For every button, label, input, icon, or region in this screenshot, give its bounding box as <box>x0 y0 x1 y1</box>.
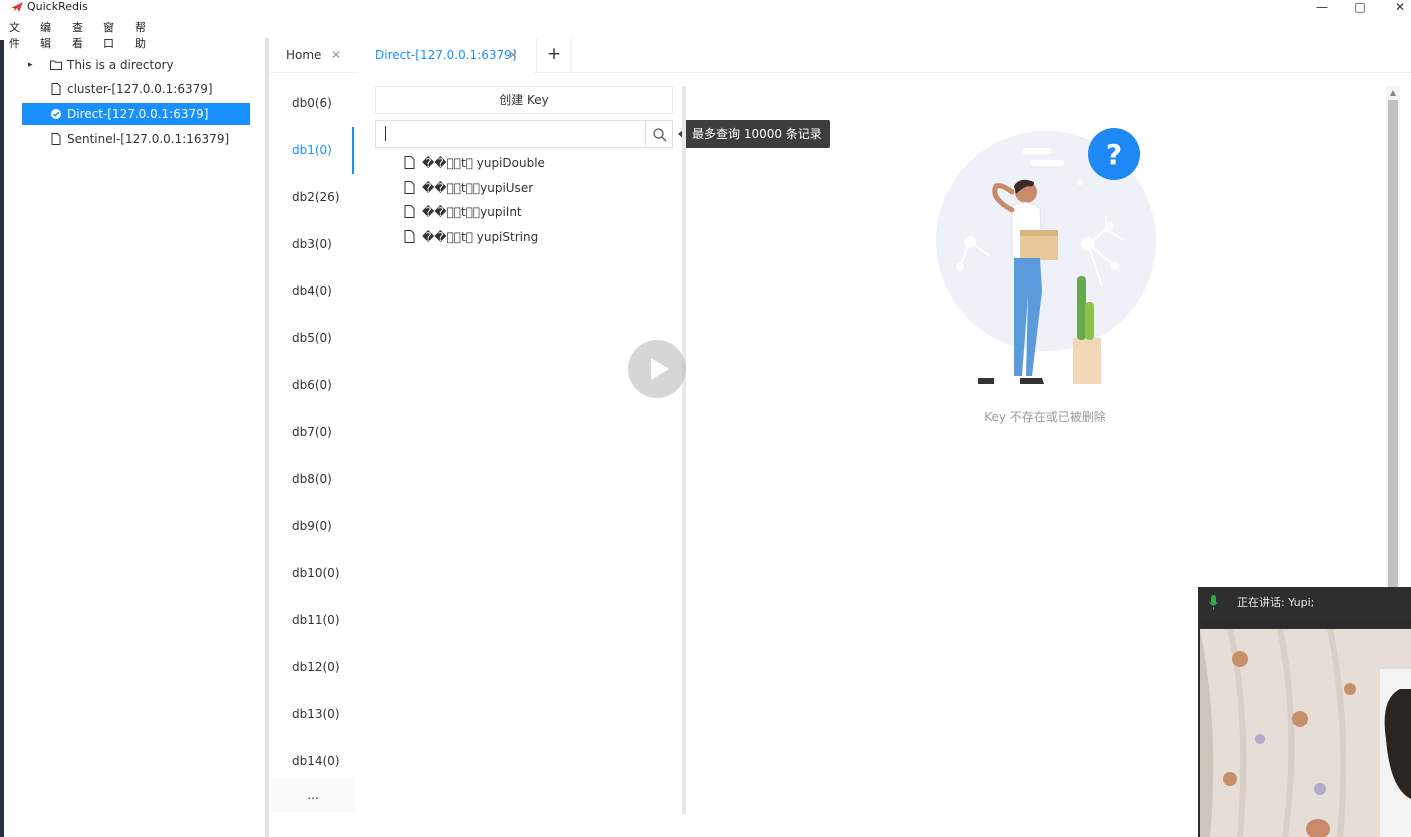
key-name: �� t  yupiString <box>422 230 539 244</box>
tree-item-direct[interactable]: Direct-[127.0.0.1:6379] <box>22 103 250 125</box>
menu-file[interactable]: 文件 <box>9 20 20 52</box>
file-icon <box>51 133 61 145</box>
db-item[interactable]: db4(0) <box>272 268 354 315</box>
tab-bar: Home ✕ Direct-[127.0.0.1:6379] ✕ + <box>270 38 1411 73</box>
title-bar: QuickRedis — □ ✕ <box>0 0 1411 16</box>
desktop-edge <box>0 40 4 837</box>
close-tab-icon[interactable]: ✕ <box>508 38 518 72</box>
tab-label: Direct-[127.0.0.1:6379] <box>375 48 517 62</box>
scroll-up-icon[interactable]: ▲ <box>1388 88 1398 98</box>
file-icon <box>404 181 415 194</box>
database-list: db0(6) db1(0) db2(26) db3(0) db4(0) db5(… <box>272 78 354 818</box>
key-item[interactable]: �� t yupiInt <box>400 200 670 224</box>
question-badge: ? <box>1106 138 1122 171</box>
tree-item-cluster[interactable]: cluster-[127.0.0.1:6379] <box>22 78 250 100</box>
folder-icon <box>50 60 62 70</box>
call-header: 正在讲话: Yupi; <box>1198 587 1411 619</box>
quickredis-logo-icon <box>11 2 23 12</box>
menu-edit[interactable]: 编辑 <box>40 20 51 52</box>
tab-home[interactable]: Home ✕ <box>270 38 358 73</box>
play-icon <box>651 358 669 380</box>
db-item[interactable]: db12(0) <box>272 644 354 691</box>
key-item[interactable]: �� t  yupiDouble <box>400 151 670 175</box>
db-item[interactable]: db5(0) <box>272 315 354 362</box>
search-tooltip: 最多查询 10000 条记录 <box>684 120 830 148</box>
sidebar-splitter[interactable] <box>265 38 269 837</box>
menu-view[interactable]: 查看 <box>72 20 83 52</box>
add-tab-button[interactable]: + <box>536 38 572 73</box>
db-item[interactable]: db6(0) <box>272 362 354 409</box>
empty-state-illustration: ? <box>936 128 1156 384</box>
key-name: �� t  yupiDouble <box>422 156 545 170</box>
key-search-input[interactable] <box>375 120 645 148</box>
webcam-video <box>1200 629 1411 837</box>
db-item-active[interactable]: db1(0) <box>272 127 354 174</box>
text-cursor <box>385 126 386 141</box>
quickredis-window: QuickRedis — □ ✕ 文件 编辑 查看 窗口 帮助 ▸ This i… <box>0 0 1411 837</box>
tree-item-label: This is a directory <box>67 58 174 72</box>
close-window-button[interactable]: ✕ <box>1381 0 1411 16</box>
tab-label: Home <box>286 48 322 62</box>
tab-direct[interactable]: Direct-[127.0.0.1:6379] ✕ <box>358 38 534 73</box>
menu-help[interactable]: 帮助 <box>135 20 146 52</box>
tree-item-label: Direct-[127.0.0.1:6379] <box>67 107 209 121</box>
create-key-button[interactable]: 创建 Key <box>375 86 673 114</box>
scrollbar-thumb[interactable] <box>1388 100 1398 590</box>
db-item[interactable]: db7(0) <box>272 409 354 456</box>
key-name: �� t yupiInt <box>422 205 522 219</box>
db-item[interactable]: db3(0) <box>272 221 354 268</box>
key-panel-splitter[interactable] <box>682 86 686 814</box>
minimize-button[interactable]: — <box>1303 0 1341 16</box>
microphone-icon <box>1209 595 1218 610</box>
tree-item-directory[interactable]: ▸ This is a directory <box>22 54 250 76</box>
key-name: �� t yupiUser <box>422 181 534 195</box>
file-icon <box>51 83 61 95</box>
tree-item-label: Sentinel-[127.0.0.1:16379] <box>67 132 230 146</box>
search-icon <box>653 128 667 142</box>
maximize-button[interactable]: □ <box>1341 0 1379 16</box>
db-item[interactable]: db0(6) <box>272 80 354 127</box>
db-item[interactable]: db8(0) <box>272 456 354 503</box>
file-icon <box>404 156 415 169</box>
key-panel: 创建 Key �� t  yupiDouble �� t yupiUser… <box>360 78 682 818</box>
expand-caret-icon[interactable]: ▸ <box>28 54 38 76</box>
tree-item-label: cluster-[127.0.0.1:6379] <box>67 82 213 96</box>
close-tab-icon[interactable]: ✕ <box>331 38 341 72</box>
db-more-button[interactable]: ... <box>272 778 354 812</box>
search-button[interactable] <box>645 120 673 148</box>
speaking-status: 正在讲话: Yupi; <box>1237 596 1315 609</box>
file-icon <box>404 230 415 243</box>
db-item[interactable]: db10(0) <box>272 550 354 597</box>
db-item[interactable]: db11(0) <box>272 597 354 644</box>
app-title: QuickRedis <box>27 0 88 13</box>
db-item[interactable]: db9(0) <box>272 503 354 550</box>
key-item[interactable]: �� t yupiUser <box>400 176 670 200</box>
video-call-widget: 正在讲话: Yupi; <box>1198 587 1411 837</box>
db-item[interactable]: db13(0) <box>272 691 354 738</box>
check-circle-icon <box>51 109 61 119</box>
menu-window[interactable]: 窗口 <box>103 20 114 52</box>
file-icon <box>404 205 415 218</box>
video-play-button[interactable] <box>628 340 686 398</box>
key-item[interactable]: �� t  yupiString <box>400 225 670 249</box>
tree-item-sentinel[interactable]: Sentinel-[127.0.0.1:16379] <box>22 128 250 150</box>
empty-state-text: Key 不存在或已被删除 <box>984 410 1106 424</box>
db-item[interactable]: db2(26) <box>272 174 354 221</box>
